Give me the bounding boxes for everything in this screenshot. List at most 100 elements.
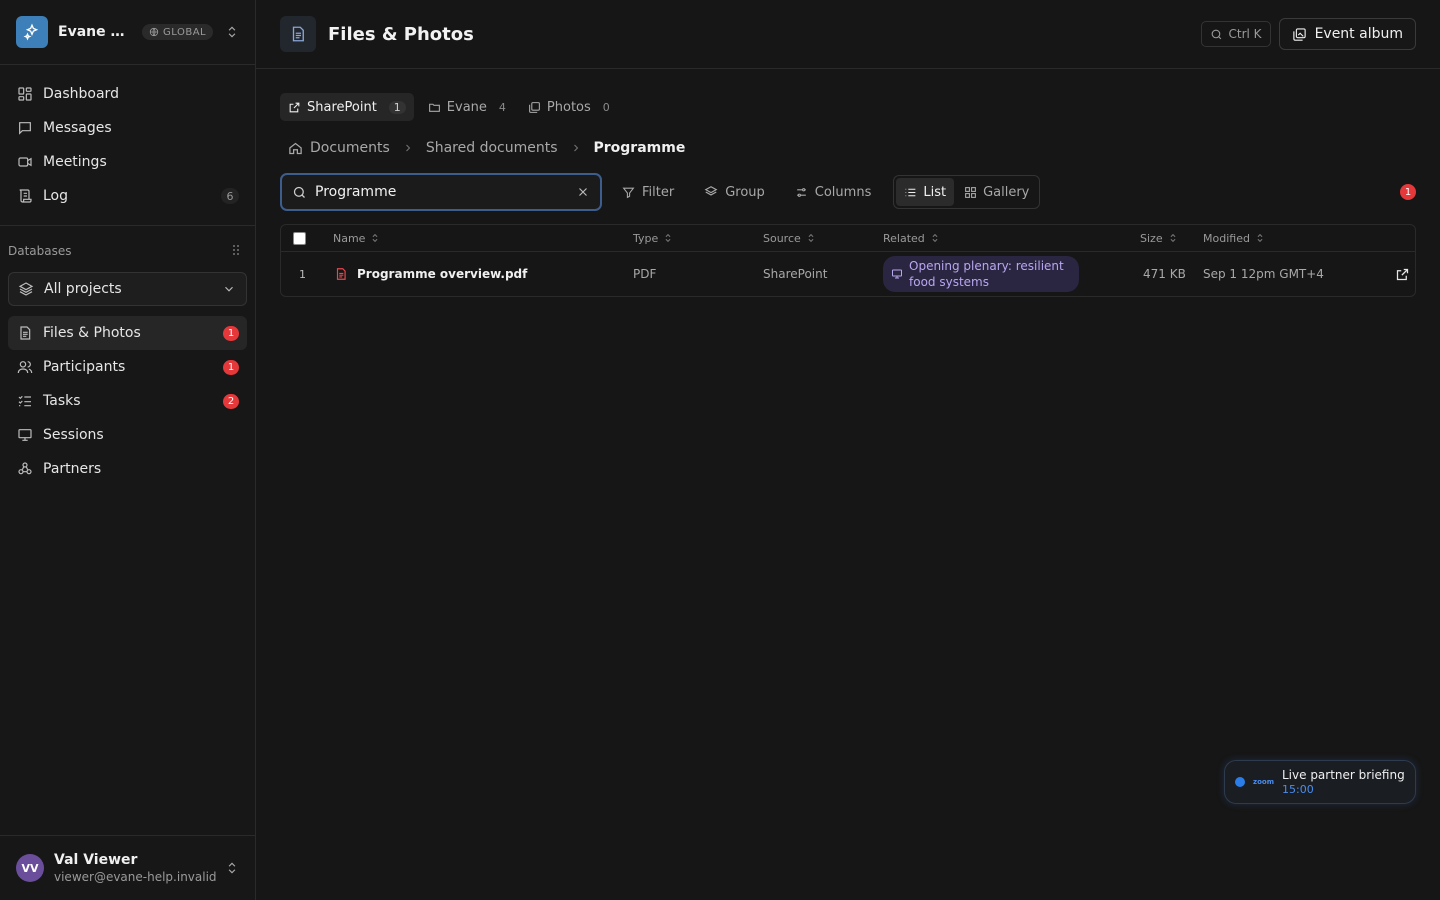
sort-icon <box>663 233 673 243</box>
column-header-modified[interactable]: Modified <box>1203 232 1265 245</box>
sort-icon <box>806 233 816 243</box>
breadcrumb: Documents Shared documents Programme <box>280 135 1416 161</box>
file-icon <box>16 324 34 342</box>
view-gallery-label: Gallery <box>983 184 1030 200</box>
folder-icon <box>428 103 440 112</box>
files-photos-badge: 1 <box>223 325 239 341</box>
partners-icon <box>16 460 34 478</box>
view-list-button[interactable]: List <box>896 178 955 206</box>
page-header: Files & Photos Ctrl K Event album <box>256 0 1440 69</box>
source-tabs: SharePoint 1 Evane 4 Photos 0 <box>280 93 1416 121</box>
file-type: PDF <box>633 267 657 281</box>
sliders-icon <box>796 187 806 197</box>
tab-count: 4 <box>498 100 506 114</box>
user-name: Val Viewer <box>54 852 138 868</box>
live-briefing-toast[interactable]: zoom Live partner briefing 15:00 <box>1224 760 1416 804</box>
filter-label: Filter <box>642 184 675 200</box>
nav-item-meetings[interactable]: Meetings <box>8 145 247 179</box>
images-icon <box>529 101 540 113</box>
presentation-icon <box>891 268 903 280</box>
tab-evane[interactable]: Evane 4 <box>420 93 514 121</box>
nav-item-dashboard[interactable]: Dashboard <box>8 77 247 111</box>
alert-count-badge[interactable]: 1 <box>1400 184 1416 200</box>
group-label: Group <box>725 184 765 200</box>
drag-handle-icon[interactable] <box>231 244 241 259</box>
live-briefing-info: Live partner briefing 15:00 <box>1282 768 1405 796</box>
presentation-icon <box>16 426 34 444</box>
close-icon[interactable] <box>576 185 590 199</box>
nav-item-messages[interactable]: Messages <box>8 111 247 145</box>
user-info: Val Viewer viewer@evane-help.invalid <box>54 852 217 884</box>
table-row[interactable]: 1 Programme overview.pdf PDF SharePoint … <box>281 252 1415 296</box>
project-select[interactable]: All projects <box>8 272 247 306</box>
tab-photos[interactable]: Photos 0 <box>520 93 618 121</box>
globe-icon <box>149 27 159 37</box>
columns-button[interactable]: Columns <box>785 177 882 207</box>
sidebar-item-partners[interactable]: Partners <box>8 452 247 486</box>
view-gallery-button[interactable]: Gallery <box>956 178 1037 206</box>
breadcrumb-shared-documents[interactable]: Shared documents <box>426 140 558 156</box>
home-icon[interactable] <box>288 141 303 156</box>
event-album-label: Event album <box>1314 26 1403 42</box>
related-label: Opening plenary: resilient food systems <box>909 259 1064 289</box>
breadcrumb-documents[interactable]: Documents <box>310 140 390 156</box>
command-search-button[interactable]: Ctrl K <box>1200 21 1271 47</box>
files-table: Name Type Source Related Size Modified 1… <box>280 224 1416 297</box>
workspace-switcher[interactable]: Evane He... GLOBAL <box>0 0 255 65</box>
table-header: Name Type Source Related Size Modified <box>281 225 1415 252</box>
filter-icon <box>622 187 635 198</box>
column-header-name[interactable]: Name <box>333 232 380 245</box>
tab-label: SharePoint <box>307 99 377 115</box>
tasks-badge: 2 <box>223 393 239 409</box>
nav-item-label: Meetings <box>43 154 107 170</box>
column-header-label: Type <box>633 231 659 245</box>
view-list-label: List <box>923 184 947 200</box>
sidebar-item-tasks[interactable]: Tasks 2 <box>8 384 247 418</box>
column-header-related[interactable]: Related <box>883 232 940 245</box>
layers-icon <box>17 280 35 298</box>
chevrons-updown-icon[interactable] <box>225 861 239 875</box>
file-name-cell[interactable]: Programme overview.pdf <box>334 267 527 281</box>
user-email: viewer@evane-help.invalid <box>54 870 217 884</box>
pdf-file-icon <box>336 268 346 280</box>
user-menu[interactable]: VV Val Viewer viewer@evane-help.invalid <box>0 835 255 900</box>
primary-nav: Dashboard Messages Meetings Log 6 <box>0 65 255 226</box>
chevron-right-icon <box>570 142 582 154</box>
open-external-icon[interactable] <box>1395 267 1410 282</box>
workspace-name: Evane He... <box>58 24 134 40</box>
sidebar: Evane He... GLOBAL Dashboard Messages Me… <box>0 0 256 900</box>
sidebar-item-sessions[interactable]: Sessions <box>8 418 247 452</box>
dashboard-icon <box>16 85 34 103</box>
columns-label: Columns <box>814 184 872 200</box>
column-header-size[interactable]: Size <box>1140 232 1178 245</box>
event-album-button[interactable]: Event album <box>1278 18 1416 50</box>
column-header-type[interactable]: Type <box>633 232 673 245</box>
gallery-icon <box>1292 27 1306 41</box>
sort-icon <box>370 233 380 243</box>
search-box[interactable] <box>280 173 602 211</box>
view-toggle: List Gallery <box>893 175 1041 209</box>
select-all-checkbox[interactable] <box>293 231 306 245</box>
nav-item-log[interactable]: Log 6 <box>8 179 247 213</box>
chevrons-updown-icon[interactable] <box>225 25 239 39</box>
layers-icon <box>704 186 718 196</box>
users-icon <box>16 358 34 376</box>
databases-header: Databases <box>0 226 255 262</box>
column-header-label: Name <box>333 231 366 245</box>
tab-sharepoint[interactable]: SharePoint 1 <box>280 93 414 121</box>
filter-button[interactable]: Filter <box>612 177 684 207</box>
database-nav: Files & Photos 1 Participants 1 Tasks 2 … <box>0 312 255 490</box>
sidebar-item-participants[interactable]: Participants 1 <box>8 350 247 384</box>
group-button[interactable]: Group <box>694 177 775 207</box>
file-modified: Sep 1 12pm GMT+4 <box>1203 267 1324 281</box>
related-session-chip[interactable]: Opening plenary: resilient food systems <box>883 256 1079 292</box>
column-header-label: Size <box>1140 231 1163 245</box>
column-header-source[interactable]: Source <box>763 232 816 245</box>
search-input[interactable] <box>315 184 568 200</box>
chevron-right-icon <box>402 142 414 154</box>
sidebar-item-label: Tasks <box>43 393 81 409</box>
grid-icon <box>965 186 976 198</box>
sidebar-item-files-photos[interactable]: Files & Photos 1 <box>8 316 247 350</box>
search-icon <box>1211 29 1221 39</box>
sidebar-item-label: Participants <box>43 359 126 375</box>
